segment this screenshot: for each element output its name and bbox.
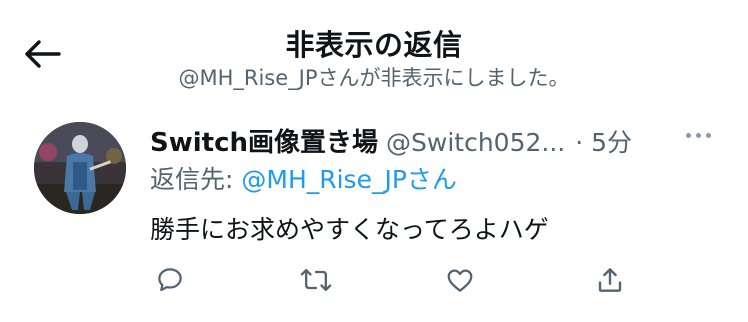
tweet-text: 勝手にお求めやすくなってろよハゲ bbox=[150, 215, 549, 244]
like-button[interactable] bbox=[440, 260, 480, 300]
tweet[interactable]: Switch画像置き場 @Switch052... · 5分 返信先: @MH_… bbox=[0, 100, 748, 322]
display-name[interactable]: Switch画像置き場 bbox=[150, 122, 378, 159]
reply-icon bbox=[158, 268, 182, 292]
reply-context: 返信先: @MH_Rise_JPさん bbox=[150, 160, 457, 196]
page-title: 非表示の返信 bbox=[285, 28, 463, 62]
avatar-image bbox=[34, 122, 126, 214]
reply-button[interactable] bbox=[150, 260, 190, 300]
more-button[interactable] bbox=[680, 120, 716, 150]
retweet-icon bbox=[300, 268, 332, 292]
share-icon bbox=[598, 268, 622, 292]
page-subtitle: @MH_Rise_JPさんが非表示にしました。 bbox=[178, 66, 570, 90]
header: 非表示の返信 @MH_Rise_JPさんが非表示にしました。 bbox=[0, 0, 748, 100]
avatar[interactable] bbox=[34, 122, 126, 214]
heart-icon bbox=[447, 269, 473, 292]
tweet-header: Switch画像置き場 @Switch052... · 5分 bbox=[150, 122, 730, 158]
reply-prefix: 返信先: bbox=[150, 165, 242, 194]
timestamp[interactable]: · 5分 bbox=[575, 123, 632, 159]
reply-to-link[interactable]: @MH_Rise_JPさん bbox=[241, 165, 457, 194]
user-handle[interactable]: @Switch052... bbox=[386, 128, 565, 157]
share-button[interactable] bbox=[590, 260, 630, 300]
more-horizontal-icon bbox=[685, 132, 691, 138]
action-bar bbox=[150, 260, 650, 300]
retweet-button[interactable] bbox=[296, 260, 336, 300]
